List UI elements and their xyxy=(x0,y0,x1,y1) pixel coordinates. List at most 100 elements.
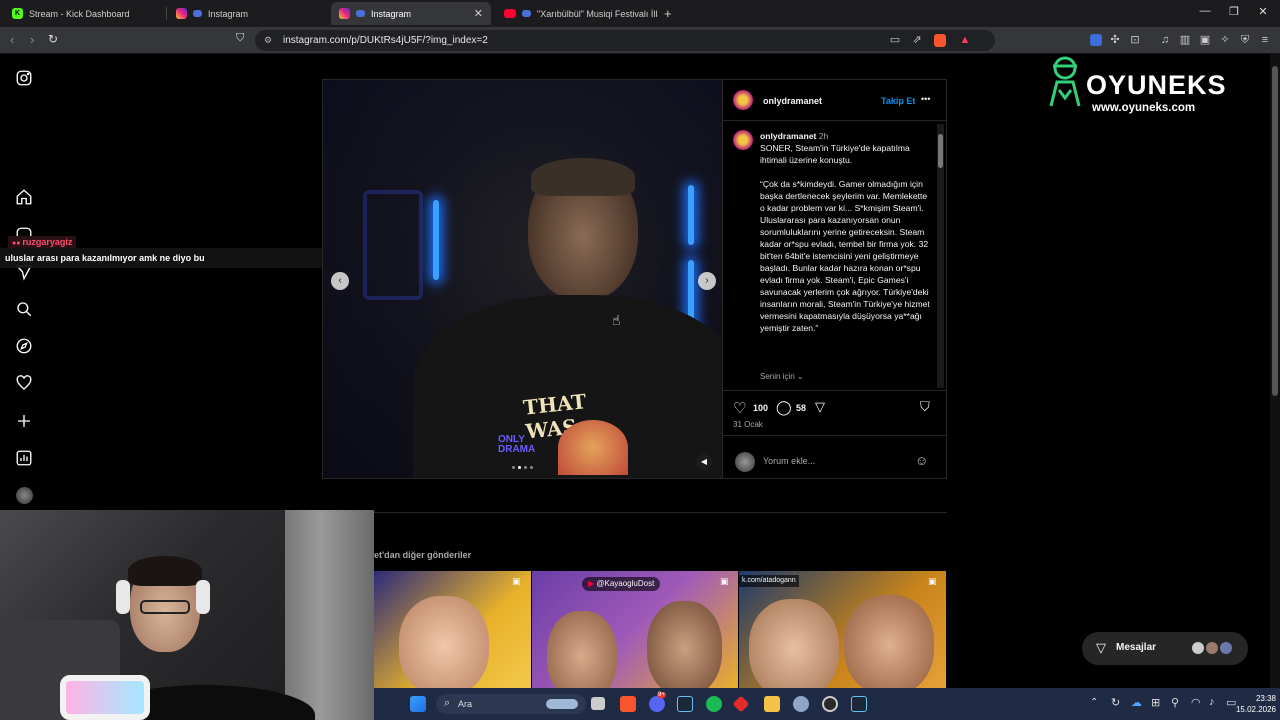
tab-kick-dashboard[interactable]: K Stream - Kick Dashboard xyxy=(4,2,167,25)
discord-taskbar-icon[interactable]: 9+ xyxy=(649,692,666,712)
person-hair xyxy=(531,158,635,196)
notifications-heart-icon[interactable] xyxy=(15,374,33,392)
tray-mic-icon[interactable]: ⚲ xyxy=(1171,696,1179,709)
post-media[interactable]: THAT WAS ONLY DRAMA ‹ › ◀ ☝ xyxy=(322,79,723,479)
windows-start-icon[interactable] xyxy=(410,696,426,712)
tray-chevron-icon[interactable]: ⌃ xyxy=(1090,697,1098,708)
tray-cloud-icon[interactable]: ☁ xyxy=(1131,696,1142,709)
oyuneks-logo: OYUNEKS www.oyuneks.com xyxy=(1040,54,1230,124)
minimize-button[interactable]: — xyxy=(1195,5,1215,17)
tray-wifi-icon[interactable]: ◠ xyxy=(1191,696,1201,709)
bookmark-icon[interactable]: ⛉ xyxy=(236,32,244,45)
headset-right xyxy=(196,580,210,614)
caption-avatar[interactable] xyxy=(731,128,755,157)
like-heart-icon[interactable]: ♡ xyxy=(733,399,746,417)
clock[interactable]: 23:38 15.02.2026 xyxy=(1236,693,1276,715)
glasses xyxy=(140,600,190,614)
task-view-icon[interactable] xyxy=(591,697,605,710)
site-info-icon[interactable]: ⚙ xyxy=(264,30,272,51)
thumb-face xyxy=(844,595,934,688)
sound-icon[interactable]: ◀ xyxy=(696,454,712,470)
scrollbar-thumb[interactable] xyxy=(938,134,943,168)
taskbar-search[interactable]: ⌕ Ara xyxy=(436,694,586,714)
file-explorer-icon[interactable] xyxy=(764,696,780,712)
next-image-button[interactable]: › xyxy=(698,272,716,290)
caption-scrollbar[interactable] xyxy=(937,124,944,388)
media-icon[interactable]: ♫ xyxy=(1158,33,1172,47)
tray-volume-icon[interactable]: ♪ xyxy=(1209,696,1215,708)
share-send-icon[interactable]: ▽ xyxy=(815,399,825,415)
search-icon[interactable] xyxy=(15,300,33,318)
cast-icon[interactable]: ▭ xyxy=(888,33,902,47)
messages-button[interactable]: ▽ Mesajlar xyxy=(1082,632,1248,665)
video-icon: ▣ xyxy=(512,576,521,586)
spotify-taskbar-icon[interactable] xyxy=(706,696,722,712)
dashboard-icon[interactable] xyxy=(15,449,33,467)
more-post-thumb-2[interactable]: ▶ @KayaogluDost ▣ xyxy=(532,571,738,688)
screenshot-icon[interactable]: ⊡ xyxy=(1128,33,1142,47)
caption-author[interactable]: onlydramanet xyxy=(760,131,816,141)
home-icon[interactable] xyxy=(15,188,33,206)
menu-icon[interactable]: ≡ xyxy=(1258,33,1272,47)
tab-youtube[interactable]: "Xarıbülbül" Musiqi Festivalı İllər Son xyxy=(496,2,658,25)
vpn-icon[interactable]: ⛨ xyxy=(1238,33,1252,47)
brave-taskbar-icon[interactable] xyxy=(620,696,636,712)
page-scrollbar-thumb[interactable] xyxy=(1272,66,1278,396)
tray-network-icon[interactable]: ⊞ xyxy=(1151,696,1160,709)
headset-left xyxy=(116,580,130,614)
restore-button[interactable]: ❐ xyxy=(1224,5,1244,18)
video-icon: ▣ xyxy=(720,576,729,586)
close-tab-icon[interactable]: ✕ xyxy=(474,7,483,20)
share-icon[interactable]: ⇗ xyxy=(910,33,924,47)
chevron-down-icon: ⌄ xyxy=(796,372,804,381)
section-divider xyxy=(374,512,947,513)
neon-light xyxy=(688,185,694,245)
settings-gear-icon[interactable] xyxy=(793,696,809,712)
obs-taskbar-icon[interactable] xyxy=(822,696,838,712)
follow-button[interactable]: Takip Et xyxy=(881,96,915,106)
more-post-thumb-1[interactable]: ▣ xyxy=(374,571,531,688)
wallet-icon[interactable]: ▣ xyxy=(1198,33,1212,47)
windows-taskbar: ⌕ Ara 9+ ⌃ ↻ ☁ ⊞ ⚲ ◠ ♪ ▭ 23:38 15.02.202… xyxy=(374,688,1280,720)
like-count: 100 xyxy=(753,403,769,413)
reload-icon[interactable]: ↻ xyxy=(48,32,58,46)
leo-ai-icon[interactable]: ✧ xyxy=(1218,33,1232,47)
app-red-taskbar-icon[interactable] xyxy=(732,695,750,713)
tab-instagram-1[interactable]: Instagram xyxy=(168,2,330,25)
comment-input[interactable]: Yorum ekle... xyxy=(763,456,815,466)
tab-instagram-active[interactable]: Instagram ✕ xyxy=(331,2,491,25)
close-window-button[interactable]: ✕ xyxy=(1253,5,1273,18)
more-post-thumb-3[interactable]: k.com/atadogann ▣ xyxy=(739,571,946,688)
url-text: instagram.com/p/DUKtRs4jU5F/?img_index=2 xyxy=(283,35,488,46)
extension-icon[interactable] xyxy=(1090,34,1102,46)
address-bar-row: ‹ › ↻ ⛉ ⚙ instagram.com/p/DUKtRs4jU5F/?i… xyxy=(0,27,1280,54)
logo-mascot-icon xyxy=(1049,56,1081,107)
for-you-dropdown[interactable]: Senin için ⌄ xyxy=(760,372,804,381)
tray-sync-icon[interactable]: ↻ xyxy=(1111,696,1120,709)
profile-avatar[interactable] xyxy=(16,487,33,504)
steam-taskbar-icon[interactable] xyxy=(677,696,693,712)
new-tab-button[interactable]: + xyxy=(664,6,672,21)
previous-image-button[interactable]: ‹ xyxy=(331,272,349,290)
author-name[interactable]: onlydramanet xyxy=(763,96,822,106)
sidebar-icon[interactable]: ▥ xyxy=(1178,33,1192,47)
more-options-icon[interactable]: ••• xyxy=(921,94,930,104)
brave-shield-icon[interactable] xyxy=(934,34,946,47)
back-icon[interactable]: ‹ xyxy=(10,32,14,47)
forward-icon[interactable]: › xyxy=(30,32,34,47)
emoji-icon[interactable]: ☺ xyxy=(915,453,928,468)
comment-icon[interactable]: ◯ xyxy=(776,399,792,416)
tab-label: Instagram xyxy=(208,8,249,19)
tab-label: Stream - Kick Dashboard xyxy=(29,8,130,19)
author-avatar[interactable] xyxy=(731,88,755,117)
url-field[interactable]: ⚙ instagram.com/p/DUKtRs4jU5F/?img_index… xyxy=(255,30,995,51)
save-bookmark-icon[interactable]: ⛉ xyxy=(920,399,930,415)
steam-taskbar-icon-2[interactable] xyxy=(851,696,867,712)
explore-icon[interactable] xyxy=(15,337,33,355)
page-scrollbar[interactable] xyxy=(1270,54,1280,688)
create-plus-icon[interactable] xyxy=(15,412,33,430)
brave-rewards-icon[interactable]: ▲ xyxy=(958,33,972,47)
comment-count: 58 xyxy=(796,403,807,413)
extensions-puzzle-icon[interactable]: ✣ xyxy=(1108,33,1122,47)
instagram-logo-icon[interactable] xyxy=(15,69,33,87)
